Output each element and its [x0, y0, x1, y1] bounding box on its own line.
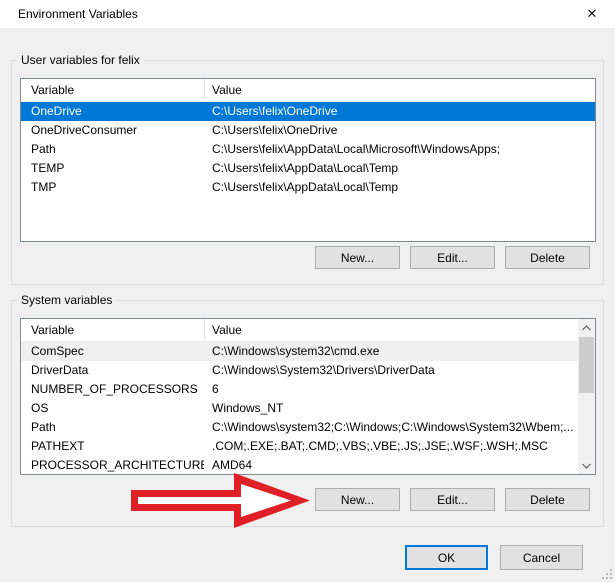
table-row-onedriveconsumer[interactable]: OneDriveConsumer C:\Users\felix\OneDrive [21, 121, 595, 140]
table-row-pathext[interactable]: PATHEXT .COM;.EXE;.BAT;.CMD;.VBS;.VBE;.J… [21, 437, 578, 456]
table-row-onedrive[interactable]: OneDrive C:\Users\felix\OneDrive [21, 102, 595, 121]
system-variables-group-label: System variables [17, 293, 116, 307]
row-variable: DriverData [21, 361, 204, 380]
close-icon: ✕ [587, 6, 598, 22]
system-header-value[interactable]: Value [204, 319, 578, 341]
vertical-scrollbar[interactable] [578, 319, 595, 474]
table-row-path-system[interactable]: Path C:\Windows\system32;C:\Windows;C:\W… [21, 418, 578, 437]
row-value: C:\Windows\system32\cmd.exe [204, 342, 578, 361]
row-variable: OneDrive [21, 102, 204, 121]
title-bar: Environment Variables ✕ [0, 0, 615, 28]
chevron-down-icon [582, 463, 591, 469]
row-variable: TMP [21, 178, 204, 197]
system-edit-button[interactable]: Edit... [410, 488, 495, 511]
table-row-driverdata[interactable]: DriverData C:\Windows\System32\Drivers\D… [21, 361, 578, 380]
row-value: C:\Users\felix\OneDrive [204, 121, 595, 140]
user-header-variable[interactable]: Variable [21, 79, 204, 101]
row-variable: TEMP [21, 159, 204, 178]
cancel-button[interactable]: Cancel [500, 545, 583, 570]
row-variable: ComSpec [21, 342, 204, 361]
window-title: Environment Variables [18, 0, 138, 28]
user-delete-button[interactable]: Delete [505, 246, 590, 269]
chevron-up-icon [582, 325, 591, 331]
system-delete-button[interactable]: Delete [505, 488, 590, 511]
system-variables-table: Variable Value ComSpec C:\Windows\system… [20, 318, 596, 475]
row-value: .COM;.EXE;.BAT;.CMD;.VBS;.VBE;.JS;.JSE;.… [204, 437, 578, 456]
system-new-button[interactable]: New... [315, 488, 400, 511]
row-variable: NUMBER_OF_PROCESSORS [21, 380, 204, 399]
row-value: C:\Users\felix\AppData\Local\Microsoft\W… [204, 140, 595, 159]
row-variable: Path [21, 418, 204, 437]
row-value: 6 [204, 380, 578, 399]
scroll-up-button[interactable] [578, 319, 595, 336]
row-value: C:\Users\felix\AppData\Local\Temp [204, 178, 595, 197]
table-row-os[interactable]: OS Windows_NT [21, 399, 578, 418]
row-variable: OS [21, 399, 204, 418]
table-row-number-of-processors[interactable]: NUMBER_OF_PROCESSORS 6 [21, 380, 578, 399]
user-new-button[interactable]: New... [315, 246, 400, 269]
annotation-arrow-icon [131, 473, 313, 529]
row-value: C:\Windows\System32\Drivers\DriverData [204, 361, 578, 380]
system-table-header: Variable Value [21, 319, 578, 342]
row-variable: PATHEXT [21, 437, 204, 456]
table-row-comspec[interactable]: ComSpec C:\Windows\system32\cmd.exe [21, 342, 578, 361]
row-variable: Path [21, 140, 204, 159]
system-header-variable[interactable]: Variable [21, 319, 204, 341]
resize-grip-icon[interactable] [600, 567, 613, 580]
table-row-temp[interactable]: TEMP C:\Users\felix\AppData\Local\Temp [21, 159, 595, 178]
user-variables-table: Variable Value OneDrive C:\Users\felix\O… [20, 78, 596, 242]
user-table-header: Variable Value [21, 79, 595, 102]
ok-button[interactable]: OK [405, 545, 488, 570]
scroll-down-button[interactable] [578, 457, 595, 474]
user-variables-group-label: User variables for felix [17, 53, 144, 67]
close-button[interactable]: ✕ [569, 0, 615, 28]
user-edit-button[interactable]: Edit... [410, 246, 495, 269]
table-row-tmp[interactable]: TMP C:\Users\felix\AppData\Local\Temp [21, 178, 595, 197]
user-header-value[interactable]: Value [204, 79, 595, 101]
row-value: Windows_NT [204, 399, 578, 418]
environment-variables-dialog: Environment Variables ✕ User variables f… [0, 0, 615, 582]
table-row-path-user[interactable]: Path C:\Users\felix\AppData\Local\Micros… [21, 140, 595, 159]
scrollbar-thumb[interactable] [579, 337, 594, 393]
row-variable: OneDriveConsumer [21, 121, 204, 140]
row-value: C:\Users\felix\AppData\Local\Temp [204, 159, 595, 178]
row-value: C:\Windows\system32;C:\Windows;C:\Window… [204, 418, 578, 437]
row-value: C:\Users\felix\OneDrive [204, 102, 595, 121]
